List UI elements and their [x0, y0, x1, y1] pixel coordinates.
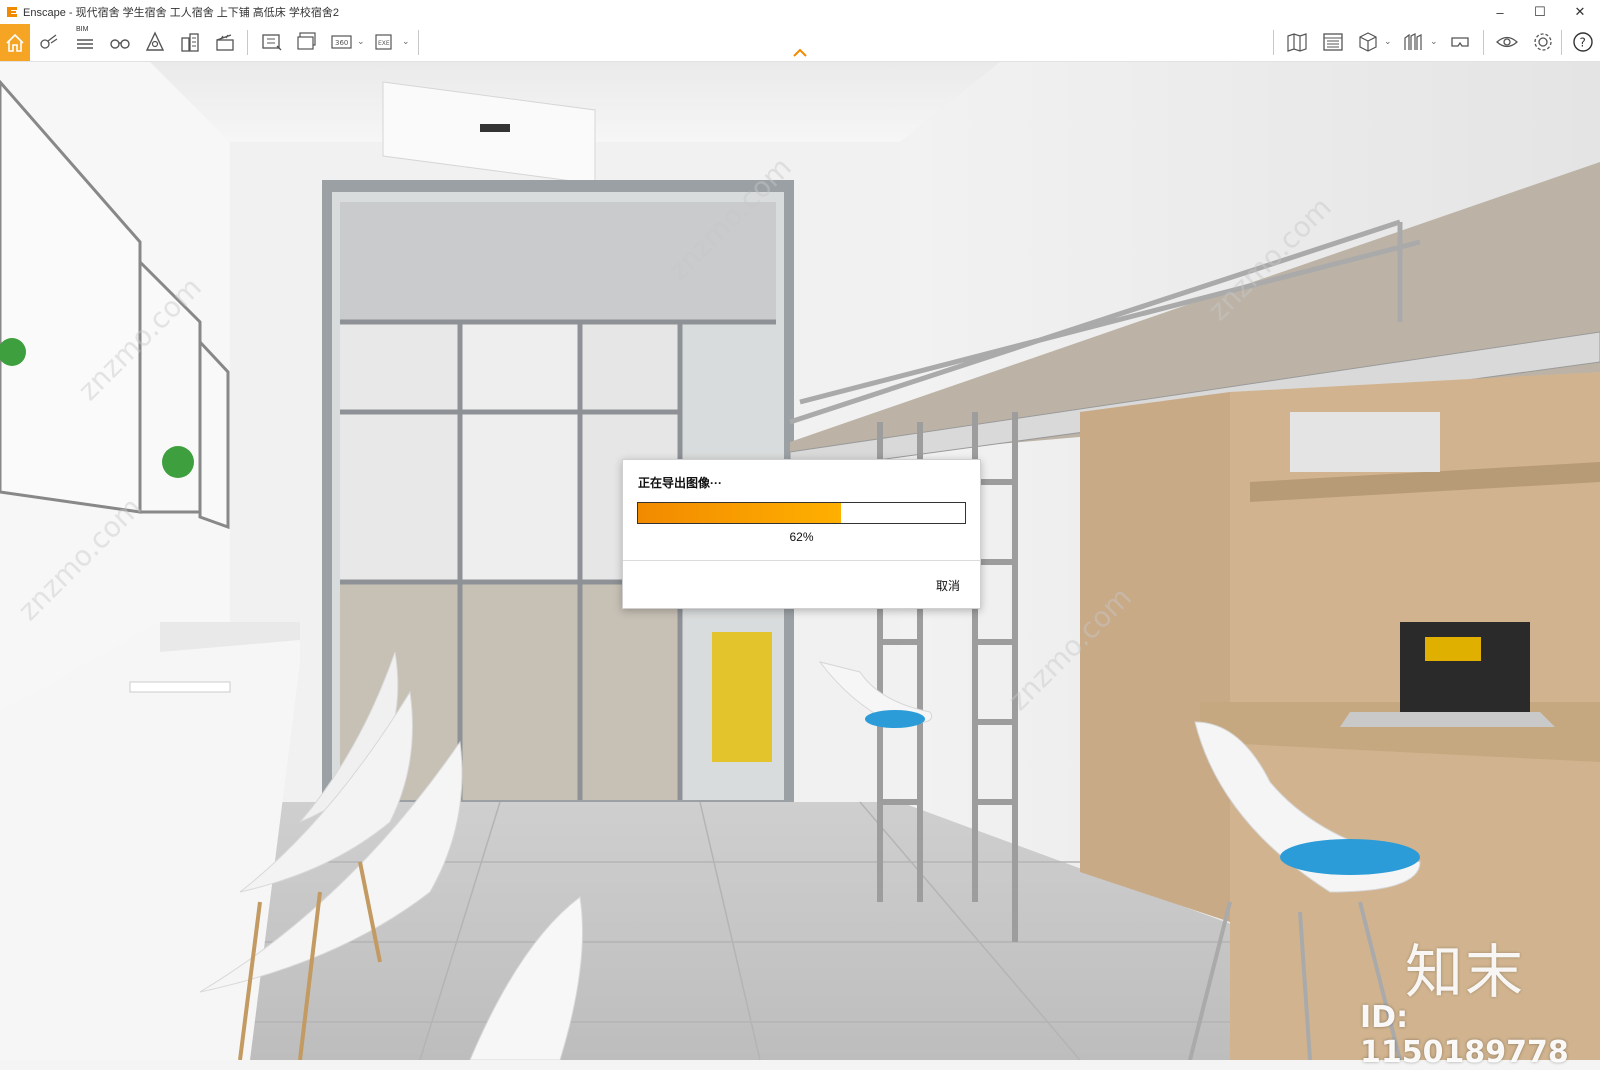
bim-icon[interactable]	[70, 28, 100, 56]
view-mode-icon[interactable]	[140, 28, 170, 56]
minimize-button[interactable]: –	[1480, 0, 1520, 24]
visual-settings-icon[interactable]	[1492, 28, 1522, 56]
export-progress-bar	[637, 502, 966, 524]
batch-render-icon[interactable]	[292, 28, 322, 56]
watermark-brand: 知末	[1405, 938, 1526, 1006]
window-controls: – ☐ ✕	[1480, 0, 1600, 24]
svg-text:?: ?	[1580, 36, 1586, 50]
progress-fill	[638, 503, 841, 523]
export-exe-icon[interactable]: EXE	[370, 28, 400, 56]
help-icon[interactable]: ?	[1568, 28, 1598, 56]
collapse-toolbar-icon[interactable]	[792, 48, 808, 58]
progress-percent: 62%	[789, 530, 814, 544]
svg-text:360: 360	[335, 39, 348, 47]
enscape-logo-icon	[7, 7, 17, 17]
svg-text:EXE: EXE	[378, 40, 390, 47]
gear-icon[interactable]	[1528, 28, 1558, 56]
panorama-360-icon[interactable]: 360	[327, 28, 357, 56]
toolbar-separator	[1483, 30, 1484, 55]
atmosphere-icon[interactable]	[1398, 28, 1428, 56]
dialog-title: 正在导出图像···	[638, 476, 722, 490]
close-button[interactable]: ✕	[1560, 0, 1600, 24]
asset-library-icon[interactable]	[34, 28, 64, 56]
dialog-divider	[623, 560, 980, 561]
binoculars-icon[interactable]	[105, 28, 135, 56]
chevron-down-icon[interactable]: ⌄	[357, 36, 365, 47]
toolbar-separator	[418, 30, 419, 55]
chevron-down-icon[interactable]: ⌄	[402, 36, 410, 47]
windows-icon[interactable]	[1318, 28, 1348, 56]
toolbar-separator	[1561, 30, 1562, 55]
title-bar: Enscape - 现代宿舍 学生宿舍 工人宿舍 上下铺 高低床 学校宿舍2 –…	[0, 0, 1600, 24]
toolbar: BIM 360 ⌄ EXE ⌄ ⌄ ⌄ ?	[0, 24, 1600, 62]
clapper-icon[interactable]	[210, 28, 240, 56]
chevron-down-icon[interactable]: ⌄	[1384, 36, 1392, 47]
cancel-button[interactable]: 取消	[936, 577, 960, 594]
toolbar-separator	[1273, 30, 1274, 55]
buildings-icon[interactable]	[175, 28, 205, 56]
toolbar-separator	[247, 30, 248, 55]
chevron-down-icon[interactable]: ⌄	[1430, 36, 1438, 47]
maximize-button[interactable]: ☐	[1520, 0, 1560, 24]
map-icon[interactable]	[1282, 28, 1312, 56]
screenshot-icon[interactable]	[257, 28, 287, 56]
window-title: Enscape - 现代宿舍 学生宿舍 工人宿舍 上下铺 高低床 学校宿舍2	[23, 7, 339, 19]
export-progress-dialog: 正在导出图像··· 62% 取消	[622, 459, 981, 609]
cube-icon[interactable]	[1353, 28, 1383, 56]
vr-headset-icon[interactable]	[1445, 28, 1475, 56]
home-icon[interactable]	[0, 24, 30, 61]
